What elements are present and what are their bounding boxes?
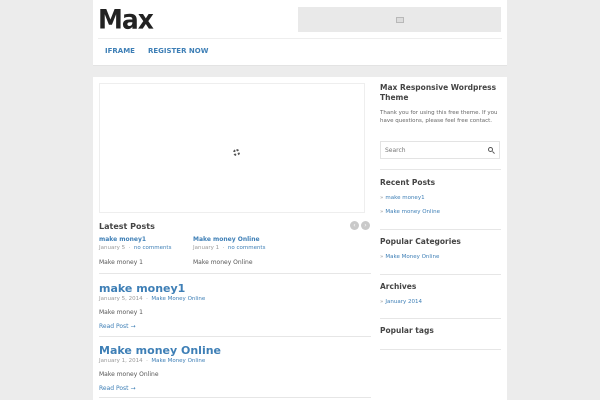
post-date: January 1, 2014 [99, 358, 143, 364]
recent-post-link[interactable]: » Make money Online [380, 209, 501, 215]
theme-info-title: Max Responsive Wordpress Theme [380, 83, 497, 102]
site-header: Max IFRAME REGISTER NOW [93, 0, 507, 66]
post-date: January 5, 2014 [99, 296, 143, 302]
latest-post-excerpt: Make money 1 [99, 259, 143, 266]
latest-post-item: Make money Online January 1 · no comment… [193, 236, 283, 266]
read-post-link[interactable]: Read Post → [99, 323, 369, 330]
post-entry: Make money Online January 1, 2014 · Make… [99, 344, 369, 392]
post-meta: January 1, 2014 · Make Money Online [99, 358, 206, 364]
recent-post-link[interactable]: » make money1 [380, 195, 501, 201]
latest-post-meta: January 5 · no comments [99, 245, 172, 251]
theme-info-text: Thank you for using this free theme. If … [380, 110, 498, 124]
site-logo[interactable]: Max [98, 4, 154, 34]
section-divider [99, 397, 371, 398]
carousel-next-button[interactable]: › [361, 221, 370, 230]
popular-categories-title: Popular Categories [380, 237, 461, 246]
post-excerpt: Make money 1 [99, 309, 143, 316]
latest-post-title[interactable]: Make money Online [193, 236, 283, 243]
section-divider [99, 336, 371, 337]
latest-post-comments-link[interactable]: no comments [228, 245, 266, 251]
popular-tags-widget: Popular tags [380, 326, 501, 335]
recent-posts-widget: Recent Posts » make money1 » Make money On… [380, 178, 501, 215]
theme-info-widget: Max Responsive Wordpress Theme Thank you… [380, 83, 501, 125]
latest-post-excerpt: Make money Online [193, 259, 253, 266]
post-excerpt: Make money Online [99, 371, 159, 378]
post-title[interactable]: Make money Online [99, 344, 369, 357]
sidebar-divider [380, 349, 501, 350]
section-divider [99, 273, 371, 274]
post-entry: make money1 January 5, 2014 · Make Money… [99, 282, 369, 330]
recent-posts-title: Recent Posts [380, 178, 436, 187]
read-post-link[interactable]: Read Post → [99, 385, 369, 392]
search-icon[interactable] [488, 147, 493, 152]
latest-post-date: January 5 [99, 245, 126, 251]
sidebar-divider [380, 229, 501, 230]
header-ad-banner[interactable] [298, 7, 501, 32]
post-category-link[interactable]: Make Money Online [151, 358, 205, 364]
main-content: Latest Posts ‹ › make money1 January 5 ·… [93, 77, 507, 400]
post-title[interactable]: make money1 [99, 282, 369, 295]
archives-title: Archives [380, 282, 417, 291]
sidebar-divider [380, 169, 501, 170]
latest-post-date: January 1 [193, 245, 220, 251]
post-meta: January 5, 2014 · Make Money Online [99, 296, 206, 302]
main-nav: IFRAME REGISTER NOW [105, 47, 208, 55]
latest-post-title[interactable]: make money1 [99, 236, 189, 243]
latest-post-item: make money1 January 5 · no comments Make… [99, 236, 189, 266]
sidebar-divider [380, 274, 501, 275]
archives-widget: Archives » January 2014 [380, 282, 501, 305]
spinner-icon [233, 149, 240, 156]
latest-posts-heading: Latest Posts [99, 222, 155, 231]
post-category-link[interactable]: Make Money Online [151, 296, 205, 302]
archive-link[interactable]: » January 2014 [380, 299, 501, 305]
search-box [380, 141, 500, 159]
featured-slider[interactable] [99, 83, 365, 213]
header-divider [98, 38, 502, 39]
image-placeholder-icon [395, 16, 404, 23]
sidebar-divider [380, 318, 501, 319]
carousel-prev-button[interactable]: ‹ [350, 221, 359, 230]
latest-post-meta: January 1 · no comments [193, 245, 266, 251]
popular-categories-widget: Popular Categories » Make Money Online [380, 237, 501, 260]
popular-tags-title: Popular tags [380, 326, 434, 335]
search-input[interactable] [385, 146, 480, 155]
category-link[interactable]: » Make Money Online [380, 254, 501, 260]
nav-item-register-now[interactable]: REGISTER NOW [148, 47, 208, 55]
latest-post-comments-link[interactable]: no comments [134, 245, 172, 251]
nav-item-iframe[interactable]: IFRAME [105, 47, 135, 55]
